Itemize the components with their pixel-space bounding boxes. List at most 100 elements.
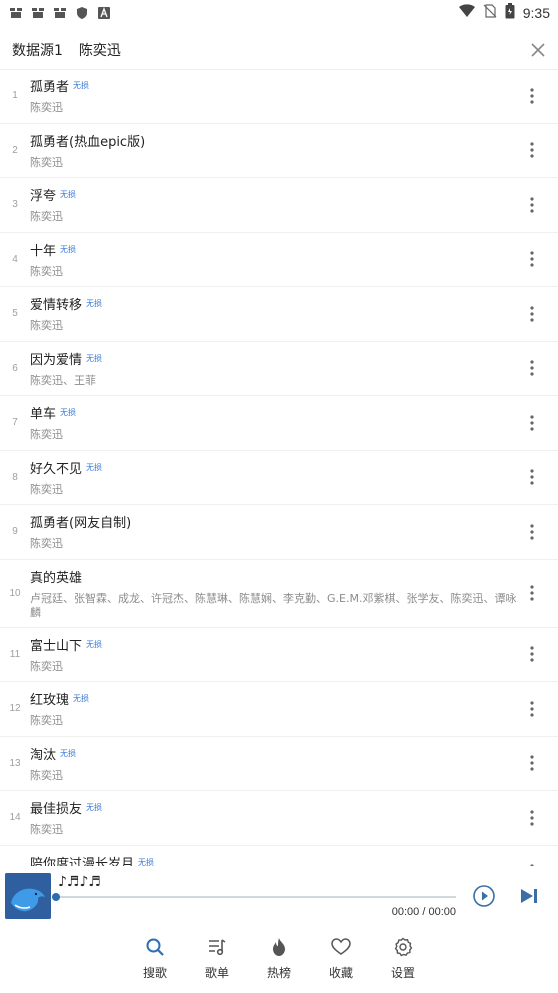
song-row[interactable]: 14 最佳损友 无损 陈奕迅	[0, 791, 558, 846]
song-title: 最佳损友	[30, 802, 83, 817]
song-index: 3	[12, 199, 18, 211]
status-bar: 9:35	[0, 0, 558, 26]
song-artist: 陈奕迅	[30, 428, 63, 441]
shield-icon	[74, 5, 90, 21]
song-artist: 陈奕迅	[30, 659, 63, 673]
song-row[interactable]: 9 孤勇者(网友自制) 陈奕迅	[0, 505, 558, 560]
song-artist: 陈奕迅	[30, 155, 63, 169]
more-vert-icon	[530, 251, 534, 267]
playlist-icon	[206, 936, 228, 958]
app-notification-icon	[52, 5, 68, 21]
song-info: 真的英雄卢冠廷、张智霖、成龙、许冠杰、陈慧琳、陈慧娴、李克勤、G.E.M.邓紫棋…	[30, 570, 518, 620]
song-index: 9	[12, 526, 18, 538]
search-query-label: 陈奕迅	[78, 42, 121, 59]
nav-label: 收藏	[328, 966, 353, 980]
song-artist: 陈奕迅	[30, 210, 63, 223]
search-result-header: 数据源1 陈奕迅	[0, 30, 558, 70]
more-options-button[interactable]	[524, 699, 540, 719]
more-vert-icon	[530, 142, 534, 158]
song-title: 十年	[30, 243, 57, 259]
lossless-badge: 无损	[60, 244, 77, 254]
song-info: 陪你度过漫长岁月 无损	[30, 856, 518, 867]
more-options-button[interactable]	[524, 583, 540, 603]
more-options-button[interactable]	[524, 140, 540, 160]
song-row[interactable]: 11 富士山下 无损 陈奕迅	[0, 628, 558, 682]
song-row[interactable]: 6 因为爱情 无损 陈奕迅、王菲	[0, 342, 558, 396]
lossless-badge: 无损	[73, 81, 90, 90]
song-title-line: 真的英雄	[30, 570, 518, 588]
song-row[interactable]: 3 浮夸 无损 陈奕迅	[0, 178, 558, 233]
song-row[interactable]: 13 淘汰 无损 陈奕迅	[0, 737, 558, 791]
song-title: 富士山下	[30, 638, 83, 654]
more-vert-icon	[530, 197, 534, 213]
lossless-badge: 无损	[86, 462, 103, 472]
nav-search-songs[interactable]: 搜歌	[137, 930, 173, 993]
song-artist: 陈奕迅	[30, 482, 63, 496]
a-icon	[96, 5, 112, 21]
song-row[interactable]: 5 爱情转移 无损 陈奕迅	[0, 287, 558, 342]
mini-player: ♪♬♪♬ 00:00 / 00:00	[0, 866, 558, 930]
song-title: 孤勇者(网友自制)	[30, 516, 132, 531]
progress-thumb[interactable]	[52, 893, 60, 901]
progress-track[interactable]	[56, 896, 456, 898]
song-artist: 卢冠廷、张智霖、成龙、许冠杰、陈慧琳、陈慧娴、李克勤、G.E.M.邓紫棋、张学友…	[30, 591, 517, 619]
song-index: 6	[12, 362, 18, 374]
more-options-button[interactable]	[524, 467, 540, 487]
song-artist: 陈奕迅	[30, 823, 63, 836]
lossless-badge: 无损	[60, 748, 77, 758]
status-right-icons: 9:35	[458, 3, 550, 23]
more-options-button[interactable]	[524, 644, 540, 664]
song-row[interactable]: 12 红玫瑰 无损 陈奕迅	[0, 682, 558, 737]
song-info: 孤勇者(热血epic版) 陈奕迅	[30, 134, 518, 170]
song-row[interactable]: 10 真的英雄 卢冠廷、张智霖、成龙、许冠杰、陈慧琳、陈慧娴、李克勤、G.E.M.邓…	[0, 560, 558, 628]
more-options-button[interactable]	[524, 753, 540, 773]
more-options-button[interactable]	[524, 304, 540, 324]
song-info: 单车 无损 陈奕迅	[30, 406, 518, 442]
song-list[interactable]: 1 孤勇者 无损 陈奕迅 2 孤勇者(热血epic版) 陈奕迅 3 浮夸 无损 陈奕迅 4 十年 无损 陈奕…	[0, 69, 558, 866]
more-vert-icon	[530, 524, 534, 540]
more-options-button[interactable]	[524, 413, 540, 433]
more-options-button[interactable]	[524, 86, 540, 106]
nav-charts[interactable]: 热榜	[261, 930, 297, 993]
song-title-line: 淘汰 无损	[30, 747, 518, 765]
song-title: 真的英雄	[30, 570, 83, 586]
song-row[interactable]: 4 十年 无损 陈奕迅	[0, 233, 558, 287]
nav-playlist[interactable]: 歌单	[199, 930, 235, 993]
more-options-button[interactable]	[524, 358, 540, 378]
play-button[interactable]	[472, 884, 496, 908]
song-title-line: 最佳损友 无损	[30, 801, 518, 819]
song-title-line: 红玫瑰 无损	[30, 692, 518, 710]
more-options-button[interactable]	[524, 522, 540, 542]
song-row[interactable]: 8 好久不见 无损 陈奕迅	[0, 451, 558, 505]
song-info: 孤勇者 无损 陈奕迅	[30, 79, 518, 115]
song-row[interactable]: 2 孤勇者(热血epic版) 陈奕迅	[0, 124, 558, 178]
nav-label: 歌单	[204, 966, 229, 980]
song-title-line: 孤勇者(网友自制)	[30, 515, 518, 533]
song-title: 爱情转移	[30, 298, 83, 313]
next-track-button[interactable]	[518, 886, 540, 906]
close-button[interactable]	[526, 38, 550, 62]
more-options-button[interactable]	[524, 249, 540, 269]
fire-icon	[268, 936, 290, 958]
more-vert-icon	[530, 88, 534, 104]
song-row[interactable]: 15陪你度过漫长岁月无损	[0, 846, 558, 867]
data-source-label[interactable]: 数据源1	[12, 40, 63, 60]
heart-icon	[330, 936, 352, 958]
nav-favorites[interactable]: 收藏	[323, 930, 359, 993]
nav-label: 搜歌	[142, 966, 167, 980]
song-row[interactable]: 1 孤勇者 无损 陈奕迅	[0, 69, 558, 124]
song-index: 2	[12, 144, 18, 156]
now-playing-title: ♪♬♪♬	[58, 874, 101, 890]
more-options-button[interactable]	[524, 195, 540, 215]
song-info: 好久不见 无损陈奕迅	[30, 461, 518, 497]
skip-next-icon	[521, 889, 537, 903]
nav-settings[interactable]: 设置	[385, 930, 421, 993]
song-artist: 陈奕迅	[30, 768, 63, 782]
song-title: 红玫瑰	[30, 693, 70, 708]
more-vert-icon	[530, 755, 534, 771]
song-row[interactable]: 7 单车 无损 陈奕迅	[0, 396, 558, 451]
song-title: 好久不见	[30, 461, 83, 477]
more-options-button[interactable]	[524, 808, 540, 828]
more-vert-icon	[530, 469, 534, 485]
album-cover[interactable]	[5, 873, 51, 919]
